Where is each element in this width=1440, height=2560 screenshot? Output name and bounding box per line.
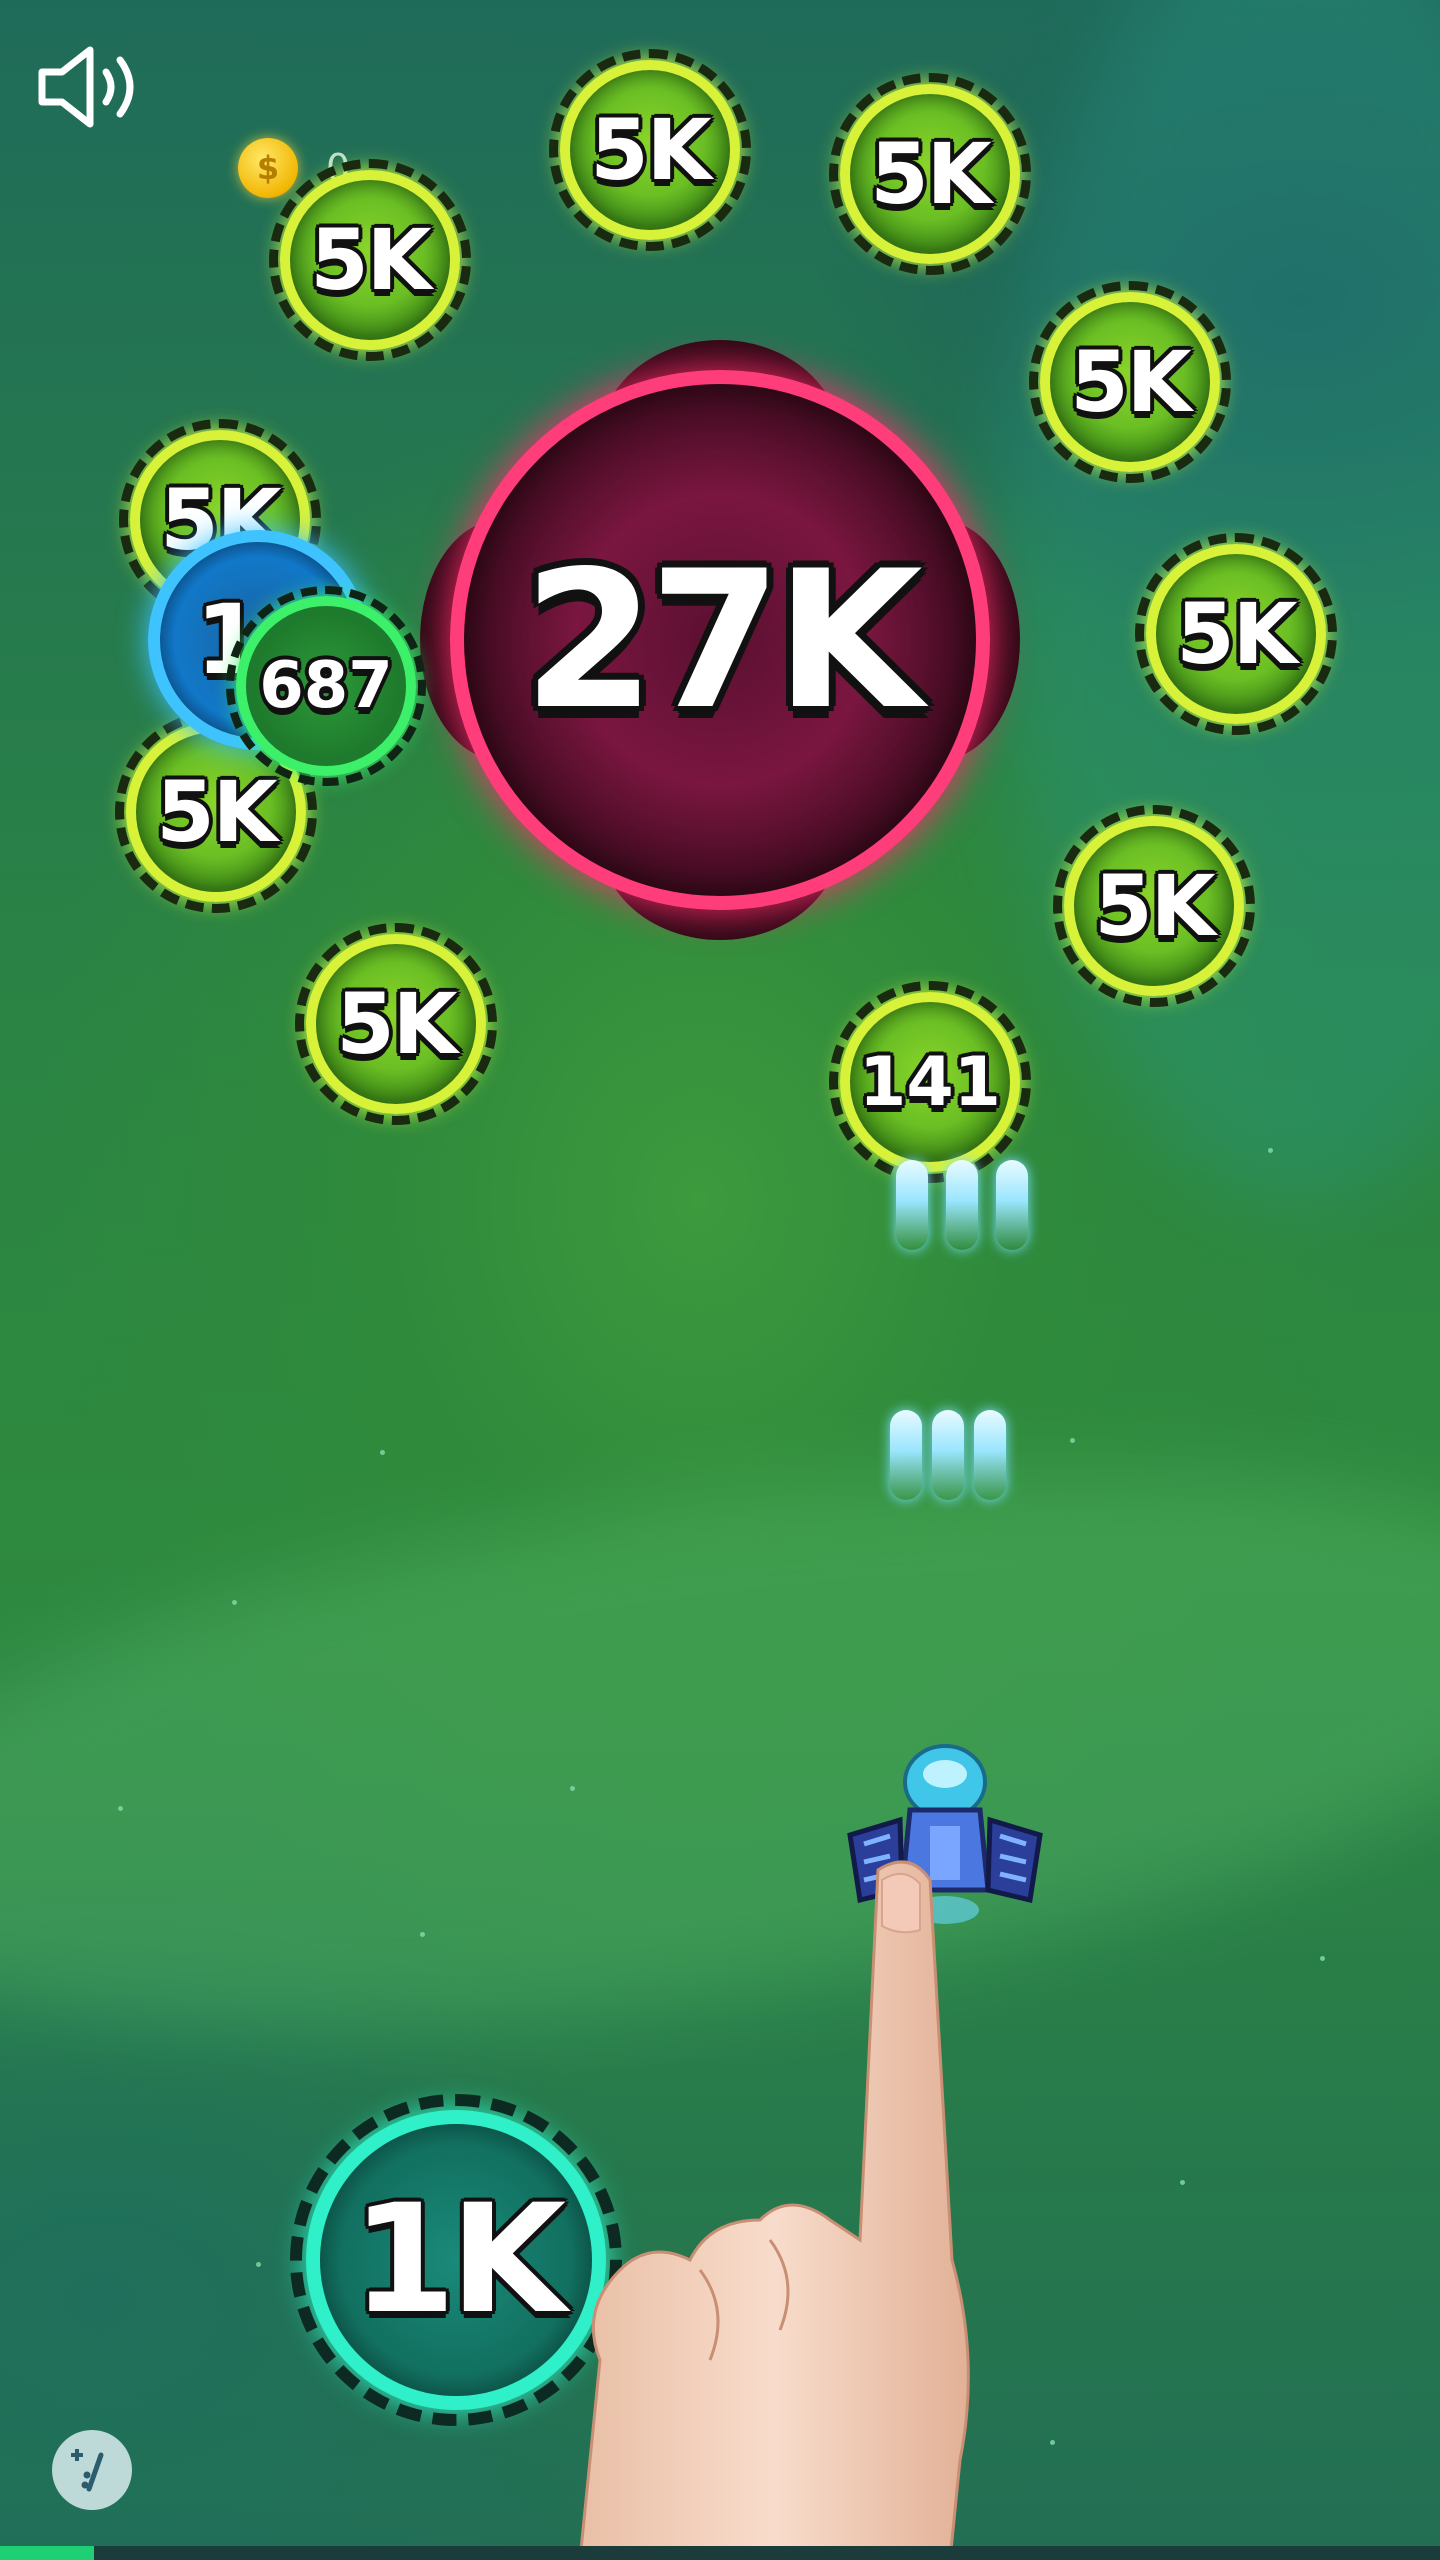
sound-toggle-button[interactable]	[36, 42, 146, 132]
bubble-hp-label: 5K	[1094, 857, 1216, 955]
boss-bubble: 27K	[420, 340, 1020, 940]
hint-button[interactable]	[52, 2430, 132, 2510]
progress-fill	[0, 2546, 94, 2560]
enemy-bubble: 5K	[1053, 805, 1255, 1007]
bullet	[890, 1410, 922, 1500]
star	[420, 1932, 425, 1937]
video-progress-bar[interactable]	[0, 2546, 1440, 2560]
star	[570, 1786, 575, 1791]
bubble-hp-label: 5K	[1176, 585, 1298, 683]
star	[1320, 1956, 1325, 1961]
bullet	[932, 1410, 964, 1500]
bullet	[974, 1410, 1006, 1500]
bubble-hp-label: 1K	[351, 2173, 567, 2347]
pointing-finger-icon	[578, 1860, 970, 2560]
star	[1050, 2440, 1055, 2445]
speaker-volume-icon	[38, 46, 134, 128]
enemy-bubble: 5K	[295, 923, 497, 1125]
bullet	[946, 1160, 978, 1250]
game-canvas[interactable]: 0 27K 5K 5K 5K 5K 5K 5K 5K 5K	[0, 0, 1440, 2560]
enemy-bubble: 5K	[549, 49, 751, 251]
bubble-hp-label: 5K	[336, 975, 458, 1073]
tutorial-hand	[560, 1840, 1020, 2560]
star	[1070, 1438, 1075, 1443]
bubble-hp-label: 687	[259, 649, 393, 723]
star	[118, 1806, 123, 1811]
bubble-hp-label: 5K	[310, 211, 432, 309]
star	[1180, 2180, 1185, 2185]
bubble-hp-label: 5K	[590, 101, 712, 199]
enemy-bubble-green: 687	[226, 586, 426, 786]
star	[256, 2262, 261, 2267]
bubble-hp-label: 141	[859, 1042, 1001, 1122]
star	[232, 1600, 237, 1605]
bullet	[996, 1160, 1028, 1250]
bubble-hp-label: 5K	[156, 763, 278, 861]
bullet	[896, 1160, 928, 1250]
enemy-bubble: 5K	[829, 73, 1031, 275]
enemy-bubble: 5K	[1135, 533, 1337, 735]
plus-slash-icon	[71, 2449, 104, 2492]
star	[1268, 1148, 1273, 1153]
enemy-bubble: 5K	[269, 159, 471, 361]
bubble-hp-label: 5K	[1070, 333, 1192, 431]
bubble-hp-label: 5K	[870, 125, 992, 223]
enemy-bubble: 141	[829, 981, 1031, 1183]
coin-icon	[238, 138, 298, 198]
enemy-bubble: 5K	[1029, 281, 1231, 483]
boss-hp-label: 27K	[523, 529, 923, 751]
star	[380, 1450, 385, 1455]
